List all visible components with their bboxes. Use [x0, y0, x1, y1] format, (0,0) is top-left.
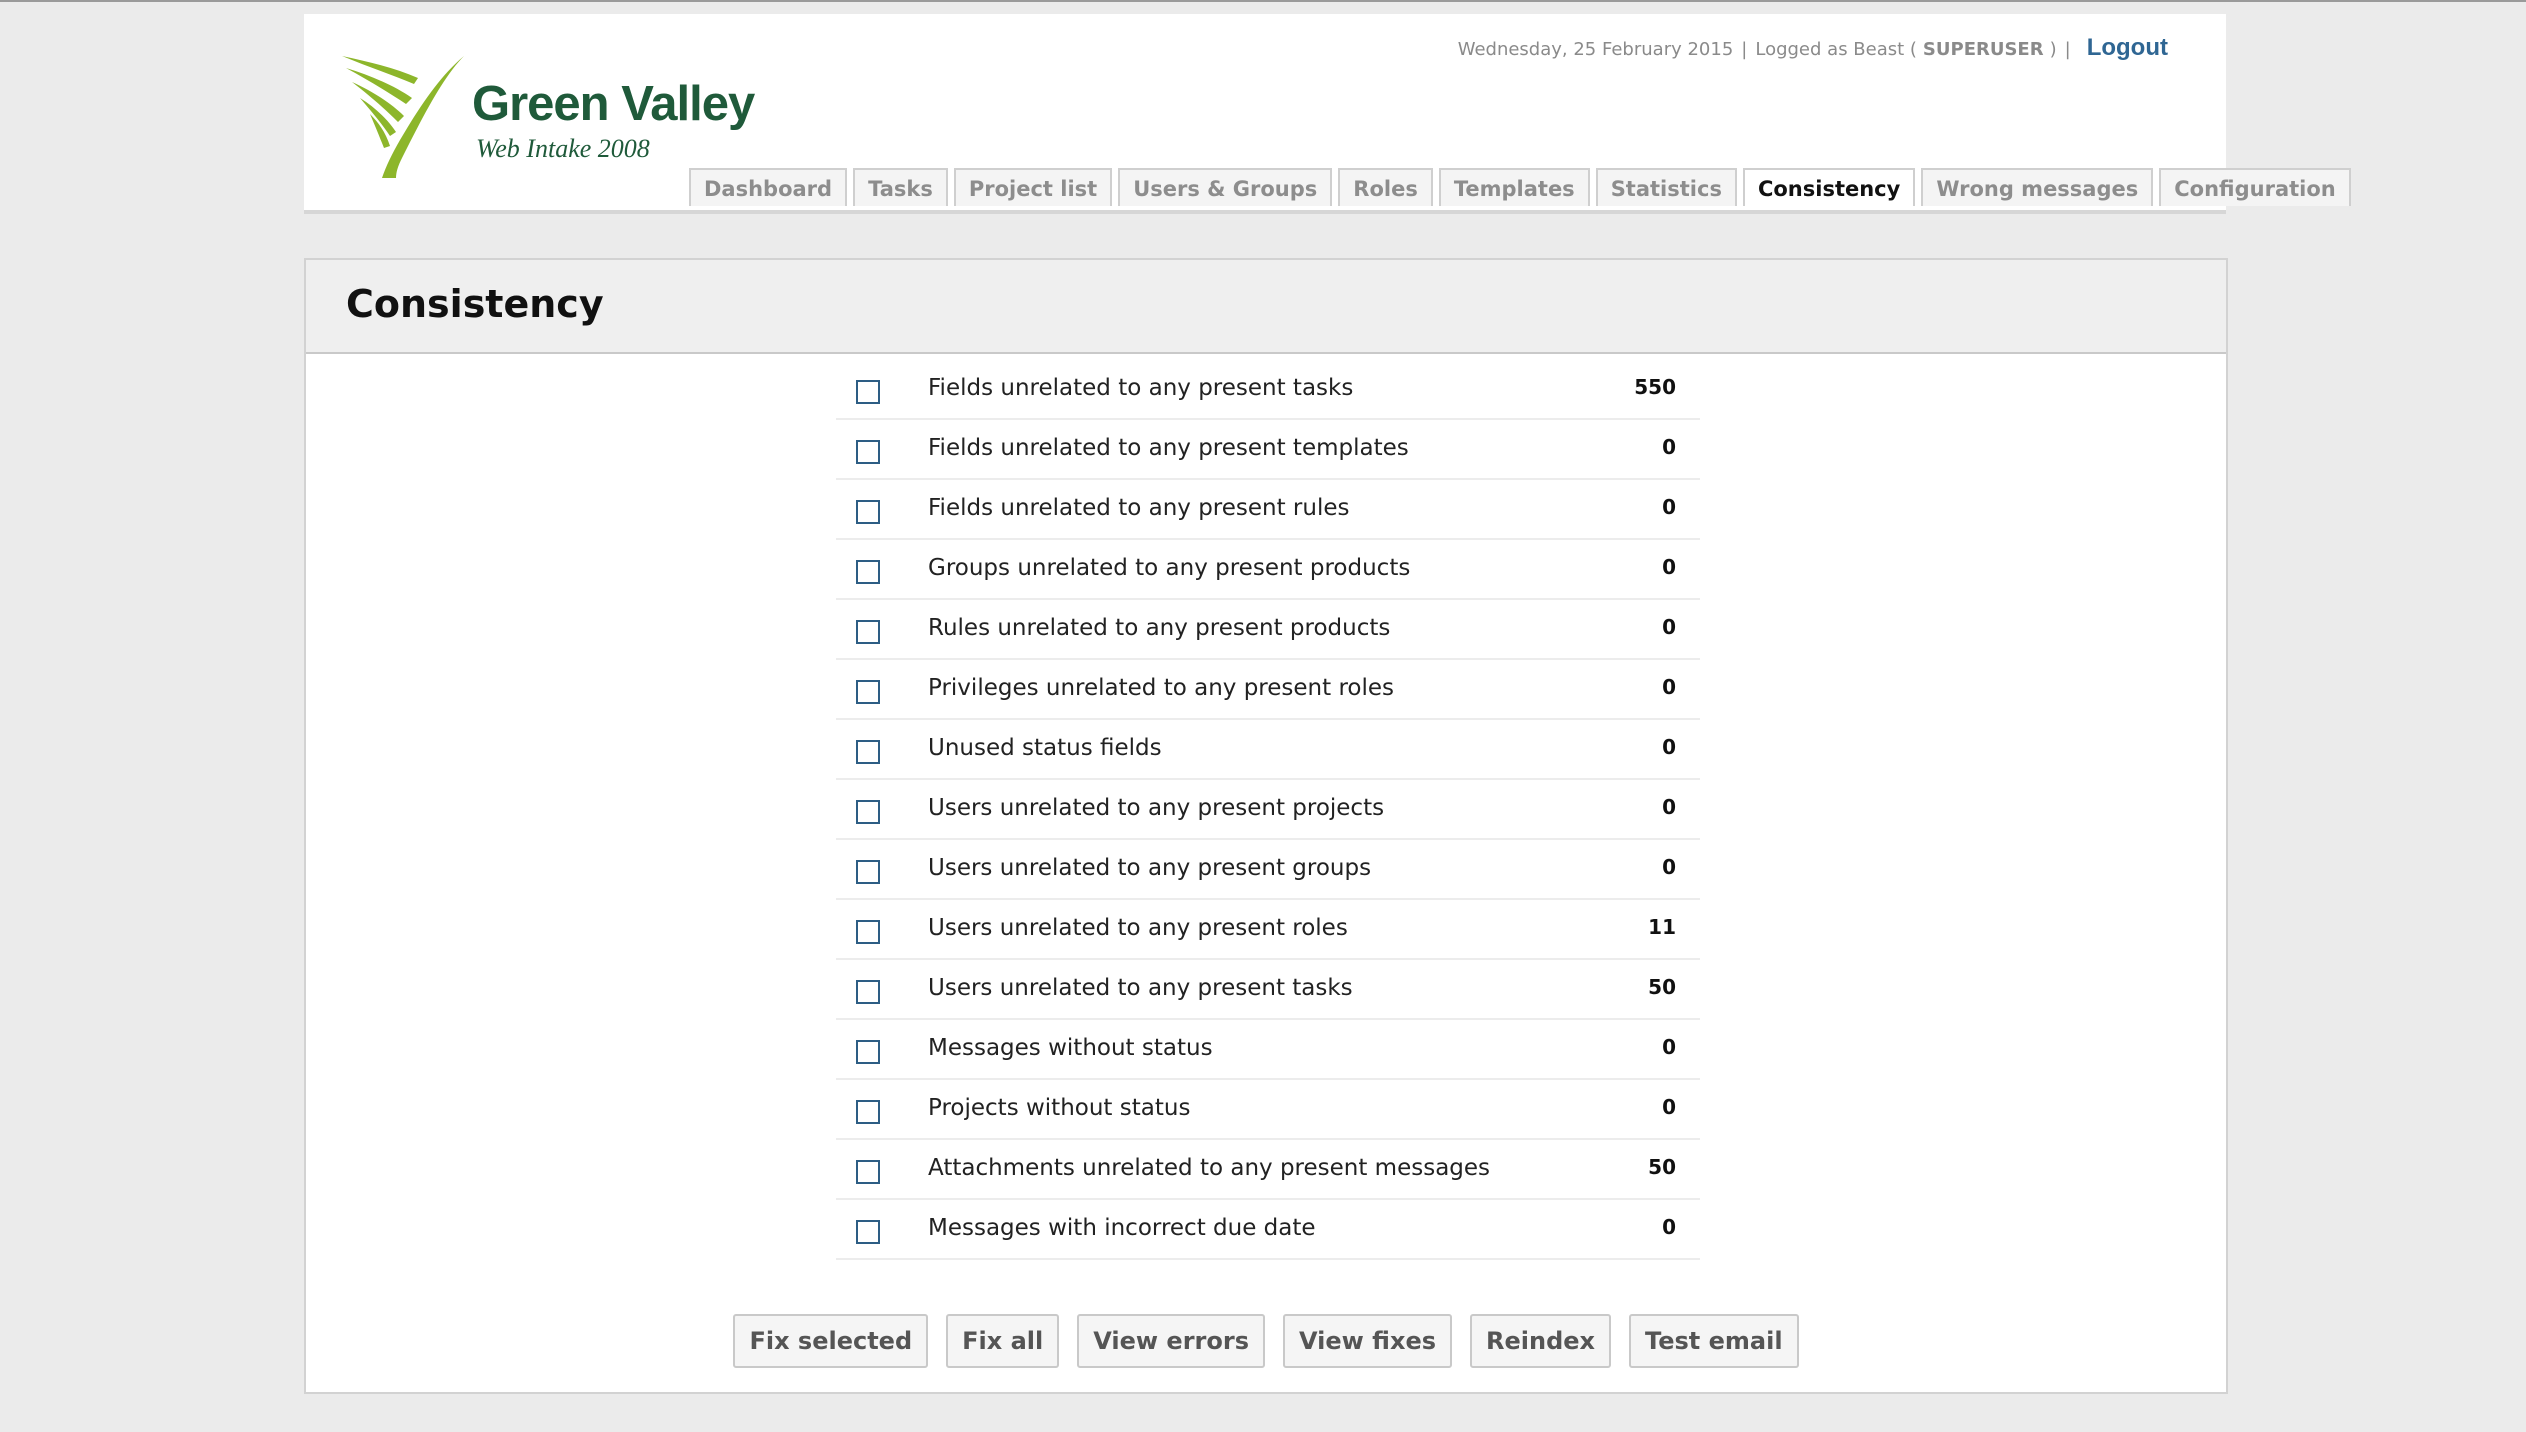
check-label: Messages with incorrect due date: [928, 1215, 1316, 1241]
check-label: Users unrelated to any present groups: [928, 855, 1372, 881]
panel-header: Consistency: [306, 260, 2226, 354]
check-row: Fields unrelated to any present rules 0: [836, 480, 1700, 540]
check-count: 0: [1662, 555, 1676, 579]
check-row: Fields unrelated to any present template…: [836, 420, 1700, 480]
check-label: Unused status fields: [928, 735, 1162, 761]
reindex-button[interactable]: Reindex: [1470, 1314, 1612, 1368]
tab-consistency[interactable]: Consistency: [1742, 168, 1916, 206]
check-count: 50: [1648, 1155, 1676, 1179]
check-checkbox[interactable]: [856, 500, 880, 524]
main-nav-tabs: Dashboard Tasks Project list Users & Gro…: [689, 168, 2351, 206]
check-count: 0: [1662, 855, 1676, 879]
view-fixes-button[interactable]: View fixes: [1283, 1314, 1453, 1368]
page-title: Consistency: [346, 282, 604, 326]
page-header: Green Valley Web Intake 2008 Wednesday, …: [304, 14, 2351, 214]
user-status-bar: Wednesday, 25 February 2015 | Logged as …: [1458, 34, 2168, 62]
logo-subtitle: Web Intake 2008: [476, 134, 650, 163]
check-row: Groups unrelated to any present products…: [836, 540, 1700, 600]
check-row: Users unrelated to any present tasks 50: [836, 960, 1700, 1020]
check-count: 0: [1662, 675, 1676, 699]
check-checkbox[interactable]: [856, 1160, 880, 1184]
check-row: Projects without status 0: [836, 1080, 1700, 1140]
tab-users-groups[interactable]: Users & Groups: [1118, 168, 1333, 206]
view-errors-button[interactable]: View errors: [1077, 1314, 1265, 1368]
check-checkbox[interactable]: [856, 620, 880, 644]
window-top-border: [0, 0, 2526, 2]
logo-title: Green Valley: [472, 77, 755, 131]
consistency-panel: Consistency Fields unrelated to any pres…: [304, 258, 2228, 1394]
check-checkbox[interactable]: [856, 920, 880, 944]
check-checkbox[interactable]: [856, 680, 880, 704]
check-row: Users unrelated to any present groups 0: [836, 840, 1700, 900]
check-checkbox[interactable]: [856, 1100, 880, 1124]
tab-statistics[interactable]: Statistics: [1595, 168, 1737, 206]
check-label: Users unrelated to any present projects: [928, 795, 1385, 821]
check-checkbox[interactable]: [856, 1220, 880, 1244]
check-row: Attachments unrelated to any present mes…: [836, 1140, 1700, 1200]
check-label: Fields unrelated to any present rules: [928, 495, 1350, 521]
check-row: Fields unrelated to any present tasks 55…: [836, 360, 1700, 420]
check-label: Privileges unrelated to any present role…: [928, 675, 1394, 701]
check-label: Attachments unrelated to any present mes…: [928, 1155, 1491, 1181]
fix-all-button[interactable]: Fix all: [946, 1314, 1060, 1368]
check-row: Users unrelated to any present projects …: [836, 780, 1700, 840]
tab-wrong-messages[interactable]: Wrong messages: [1921, 168, 2154, 206]
tab-dashboard[interactable]: Dashboard: [689, 168, 848, 206]
check-row: Messages with incorrect due date 0: [836, 1200, 1700, 1260]
check-label: Fields unrelated to any present template…: [928, 435, 1409, 461]
check-checkbox[interactable]: [856, 1040, 880, 1064]
check-count: 0: [1662, 735, 1676, 759]
logo[interactable]: Green Valley Web Intake 2008: [340, 54, 755, 184]
fix-selected-button[interactable]: Fix selected: [733, 1314, 929, 1368]
separator: |: [2064, 39, 2071, 60]
check-label: Fields unrelated to any present tasks: [928, 375, 1354, 401]
check-row: Users unrelated to any present roles 11: [836, 900, 1700, 960]
check-checkbox[interactable]: [856, 560, 880, 584]
check-count: 50: [1648, 975, 1676, 999]
check-count: 0: [1662, 1095, 1676, 1119]
tab-templates[interactable]: Templates: [1438, 168, 1590, 206]
check-count: 0: [1662, 1035, 1676, 1059]
check-label: Groups unrelated to any present products: [928, 555, 1411, 581]
check-count: 0: [1662, 495, 1676, 519]
tab-roles[interactable]: Roles: [1338, 168, 1433, 206]
check-count: 550: [1634, 375, 1676, 399]
action-buttons: Fix selected Fix all View errors View fi…: [306, 1314, 2226, 1368]
logo-wheat-icon: [342, 56, 464, 178]
check-count: 11: [1648, 915, 1676, 939]
logged-as-prefix: Logged as Beast (: [1755, 39, 1917, 60]
check-label: Users unrelated to any present roles: [928, 915, 1348, 941]
check-label: Projects without status: [928, 1095, 1191, 1121]
check-row: Rules unrelated to any present products …: [836, 600, 1700, 660]
check-checkbox[interactable]: [856, 380, 880, 404]
check-row: Privileges unrelated to any present role…: [836, 660, 1700, 720]
check-label: Rules unrelated to any present products: [928, 615, 1391, 641]
check-count: 0: [1662, 795, 1676, 819]
check-row: Unused status fields 0: [836, 720, 1700, 780]
check-checkbox[interactable]: [856, 440, 880, 464]
tab-configuration[interactable]: Configuration: [2159, 168, 2351, 206]
tab-tasks[interactable]: Tasks: [853, 168, 948, 206]
logged-as-suffix: ): [2049, 39, 2057, 60]
current-date: Wednesday, 25 February 2015: [1457, 39, 1734, 60]
check-row: Messages without status 0: [836, 1020, 1700, 1080]
check-count: 0: [1662, 615, 1676, 639]
check-label: Users unrelated to any present tasks: [928, 975, 1353, 1001]
check-checkbox[interactable]: [856, 980, 880, 1004]
check-checkbox[interactable]: [856, 740, 880, 764]
check-count: 0: [1662, 1215, 1676, 1239]
check-checkbox[interactable]: [856, 860, 880, 884]
check-count: 0: [1662, 435, 1676, 459]
check-checkbox[interactable]: [856, 800, 880, 824]
logout-link[interactable]: Logout: [2087, 34, 2168, 62]
consistency-check-list: Fields unrelated to any present tasks 55…: [836, 360, 1700, 1260]
separator: |: [1741, 39, 1748, 60]
user-role: SUPERUSER: [1922, 39, 2044, 60]
test-email-button[interactable]: Test email: [1629, 1314, 1799, 1368]
check-label: Messages without status: [928, 1035, 1213, 1061]
tab-project-list[interactable]: Project list: [953, 168, 1113, 206]
